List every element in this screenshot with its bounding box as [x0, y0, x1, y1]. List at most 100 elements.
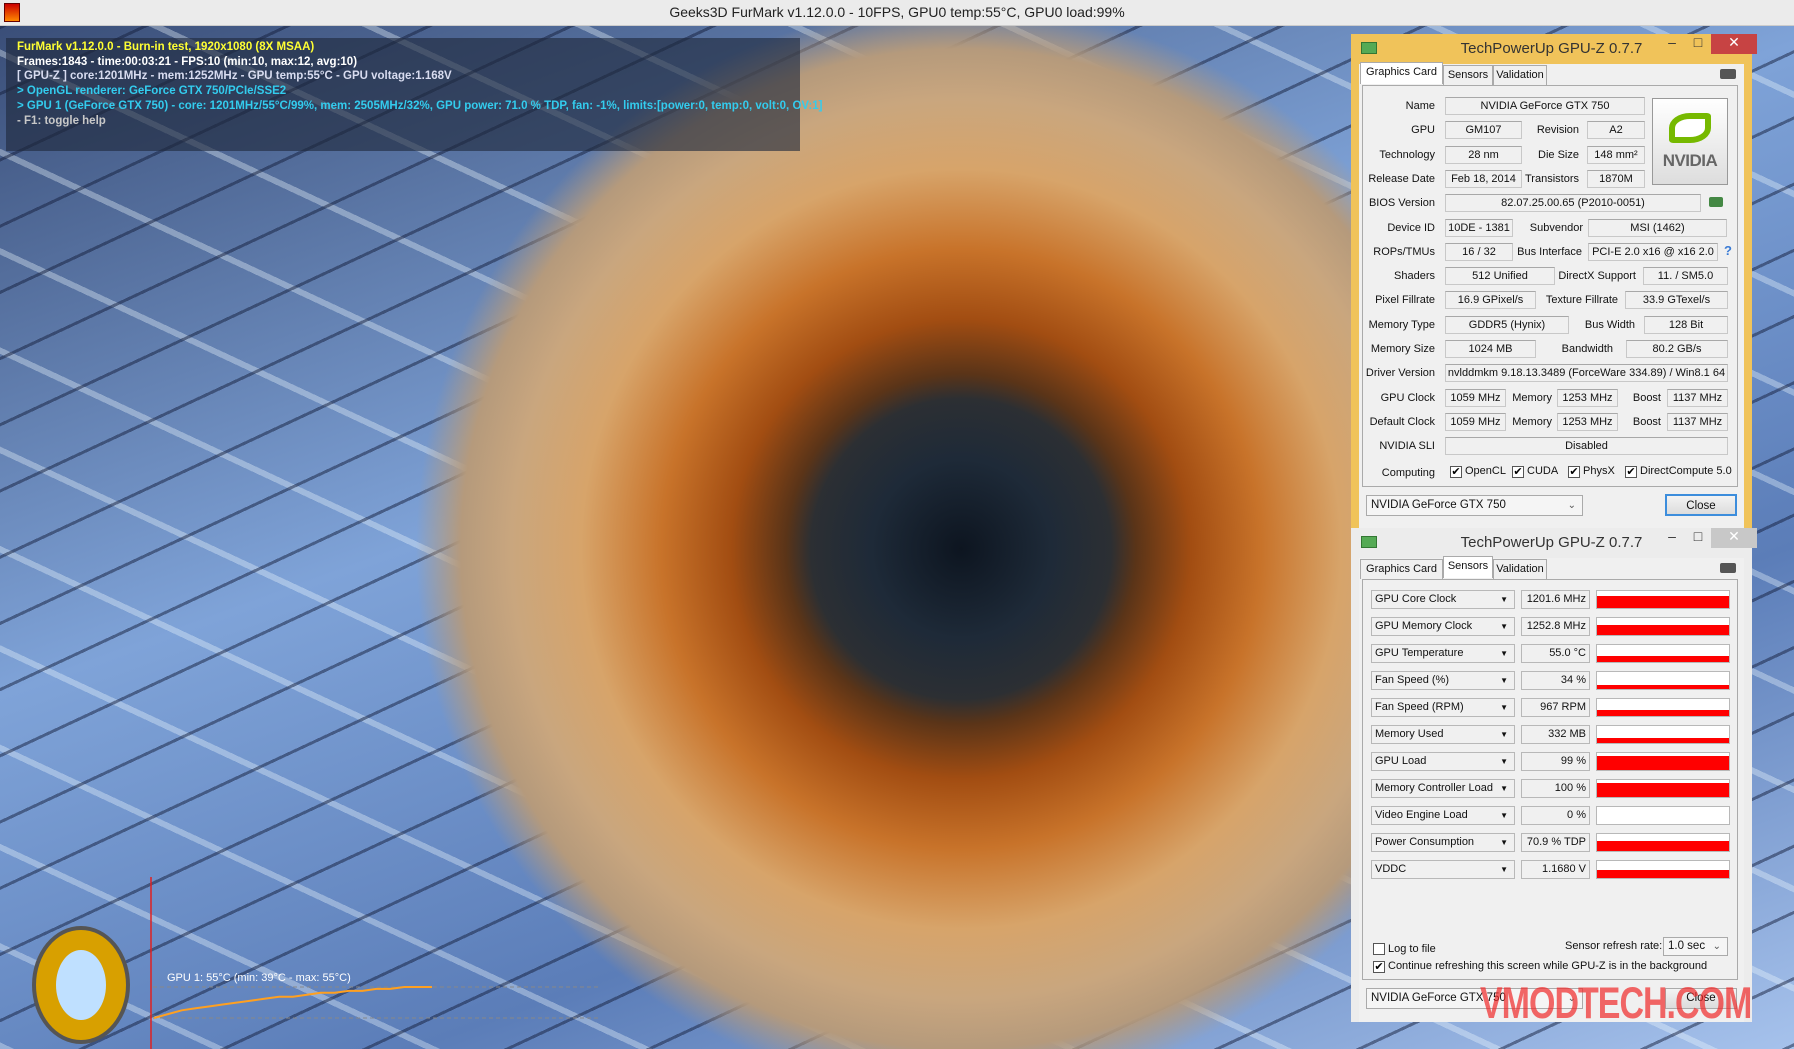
sensor-fan-speed-rpm--select[interactable]: Fan Speed (RPM) ▼: [1371, 698, 1515, 717]
sensor-fan-speed--value: 34 %: [1521, 671, 1590, 690]
bus-interface-label: Bus Interface: [1517, 245, 1582, 258]
sensor-gpu-memory-clock-value: 1252.8 MHz: [1521, 617, 1590, 636]
gpu-select-value: NVIDIA GeForce GTX 750: [1371, 499, 1506, 511]
gpuz-app-icon[interactable]: [1361, 536, 1377, 548]
memory-label: Memory: [1512, 415, 1552, 428]
dropdown-arrow-icon: ▼: [1500, 703, 1508, 712]
sensor-gpu-core-clock-value: 1201.6 MHz: [1521, 590, 1590, 609]
maximize-button[interactable]: □: [1685, 34, 1711, 54]
sensor-power-consumption-graph: [1596, 833, 1730, 852]
tab-validation[interactable]: Validation: [1493, 65, 1547, 85]
continue-refreshing-checkbox[interactable]: ✔: [1373, 961, 1385, 973]
bios-chip-icon[interactable]: [1709, 197, 1723, 207]
sensor-graph-fill: [1597, 710, 1729, 716]
close-window-button[interactable]: ✕: [1711, 34, 1757, 54]
die-size-label: Die Size: [1538, 148, 1579, 161]
directcompute-5-0-checkbox[interactable]: ✔: [1625, 466, 1637, 478]
overlay-line: Frames:1843 - time:00:03:21 - FPS:10 (mi…: [17, 55, 358, 68]
sensor-refresh-dropdown[interactable]: 1.0 sec ⌄: [1663, 937, 1728, 956]
name-value: NVIDIA GeForce GTX 750: [1445, 97, 1645, 115]
boost-label: Boost: [1632, 391, 1661, 404]
pixel-fillrate-label: Pixel Fillrate: [1375, 294, 1435, 307]
furmark-titlebar: Geeks3D FurMark v1.12.0.0 - 10FPS, GPU0 …: [0, 0, 1794, 26]
nvidia-logo: NVIDIA: [1652, 98, 1728, 185]
nvidia-eye-icon: [1669, 113, 1711, 143]
chevron-down-icon: ⌄: [1567, 500, 1576, 511]
shaders-label: Shaders: [1394, 270, 1435, 283]
sensor-power-consumption-value: 70.9 % TDP: [1521, 833, 1590, 852]
sensor-refresh-label: Sensor refresh rate:: [1565, 940, 1663, 952]
sensor-gpu-temperature-graph: [1596, 644, 1730, 663]
minimize-button[interactable]: –: [1659, 528, 1685, 548]
gpuz-app-icon[interactable]: [1361, 42, 1377, 54]
sensor-vddc-select[interactable]: VDDC ▼: [1371, 860, 1515, 879]
sensor-memory-used-select[interactable]: Memory Used ▼: [1371, 725, 1515, 744]
camera-icon[interactable]: [1720, 563, 1736, 573]
tab-graphics-card[interactable]: Graphics Card: [1360, 62, 1443, 84]
sensor-graph-fill: [1597, 755, 1729, 770]
directcompute-5-0-label: DirectCompute 5.0: [1640, 465, 1732, 477]
memory-value: 1253 MHz: [1557, 388, 1618, 407]
sensor-memory-controller-load-value: 100 %: [1521, 779, 1590, 798]
tab-validation[interactable]: Validation: [1493, 559, 1547, 579]
sensor-gpu-temperature-value: 55.0 °C: [1521, 644, 1590, 663]
gpu-clock-label: GPU Clock: [1380, 391, 1435, 404]
memory-type-value: GDDR5 (Hynix): [1445, 315, 1569, 334]
sensor-gpu-core-clock-select[interactable]: GPU Core Clock ▼: [1371, 590, 1515, 609]
camera-icon[interactable]: [1720, 69, 1736, 79]
log-to-file-label: Log to file: [1388, 943, 1436, 955]
tab-sensors[interactable]: Sensors: [1443, 556, 1493, 578]
sensor-video-engine-load-graph: [1596, 806, 1730, 825]
default-clock-value: 1059 MHz: [1445, 412, 1506, 431]
opencl-checkbox[interactable]: ✔: [1450, 466, 1462, 478]
overlay-line: FurMark v1.12.0.0 - Burn-in test, 1920x1…: [17, 41, 315, 53]
sensor-fan-speed-rpm--graph: [1596, 698, 1730, 717]
physx-label: PhysX: [1583, 465, 1615, 477]
sensor-name: GPU Load: [1375, 755, 1427, 767]
log-to-file-checkbox[interactable]: [1373, 943, 1385, 955]
sensor-gpu-memory-clock-select[interactable]: GPU Memory Clock ▼: [1371, 617, 1515, 636]
continue-refreshing-label: Continue refreshing this screen while GP…: [1388, 960, 1708, 972]
gpu-select-dropdown[interactable]: NVIDIA GeForce GTX 750 ⌄: [1366, 495, 1583, 516]
sensor-graph-fill: [1597, 840, 1729, 851]
cuda-checkbox[interactable]: ✔: [1512, 466, 1524, 478]
transistors-value: 1870M: [1587, 169, 1645, 188]
sensor-video-engine-load-select[interactable]: Video Engine Load ▼: [1371, 806, 1515, 825]
bios-version-value: 82.07.25.00.65 (P2010-0051): [1445, 194, 1701, 213]
sensor-graph-fill: [1597, 738, 1729, 743]
sensor-memory-controller-load-select[interactable]: Memory Controller Load ▼: [1371, 779, 1515, 798]
physx-checkbox[interactable]: ✔: [1568, 466, 1580, 478]
sensor-name: Memory Used: [1375, 728, 1444, 740]
window-title: Geeks3D FurMark v1.12.0.0 - 10FPS, GPU0 …: [669, 4, 1125, 20]
close-window-button[interactable]: ✕: [1711, 528, 1757, 548]
dropdown-arrow-icon: ▼: [1500, 730, 1508, 739]
tab-sensors[interactable]: Sensors: [1443, 65, 1493, 85]
lookup-help-icon[interactable]: ?: [1724, 243, 1732, 258]
sensor-graph-fill: [1597, 870, 1729, 878]
dropdown-arrow-icon: ▼: [1500, 784, 1508, 793]
sensor-gpu-temperature-select[interactable]: GPU Temperature ▼: [1371, 644, 1515, 663]
gpu-clock-value: 1059 MHz: [1445, 388, 1506, 407]
sensor-name: Memory Controller Load: [1375, 782, 1493, 794]
bus-width-label: Bus Width: [1584, 318, 1635, 331]
opencl-label: OpenCL: [1465, 465, 1506, 477]
maximize-button[interactable]: □: [1685, 528, 1711, 548]
tab-graphics-card[interactable]: Graphics Card: [1360, 559, 1443, 579]
bus-width-value: 128 Bit: [1644, 315, 1728, 334]
memory-size-label: Memory Size: [1370, 343, 1435, 355]
sensor-power-consumption-select[interactable]: Power Consumption ▼: [1371, 833, 1515, 852]
sensor-gpu-load-select[interactable]: GPU Load ▼: [1371, 752, 1515, 771]
sensor-fan-speed--select[interactable]: Fan Speed (%) ▼: [1371, 671, 1515, 690]
dropdown-arrow-icon: ▼: [1500, 676, 1508, 685]
gpuz-window-sensors: TechPowerUp GPU-Z 0.7.7 – □ ✕ Graphics C…: [1351, 528, 1757, 1022]
minimize-button[interactable]: –: [1659, 34, 1685, 54]
computing-label: Computing: [1381, 467, 1435, 479]
sensor-name: Power Consumption: [1375, 836, 1475, 848]
close-button[interactable]: Close: [1665, 494, 1737, 516]
sensor-memory-used-value: 332 MB: [1521, 725, 1590, 744]
sensor-name: GPU Temperature: [1375, 647, 1464, 659]
furmark-info-overlay: FurMark v1.12.0.0 - Burn-in test, 1920x1…: [6, 38, 822, 151]
directx-support-value: 11. / SM5.0: [1643, 267, 1728, 286]
release-date-value: Feb 18, 2014: [1445, 169, 1522, 188]
sensor-memory-used-graph: [1596, 725, 1730, 744]
